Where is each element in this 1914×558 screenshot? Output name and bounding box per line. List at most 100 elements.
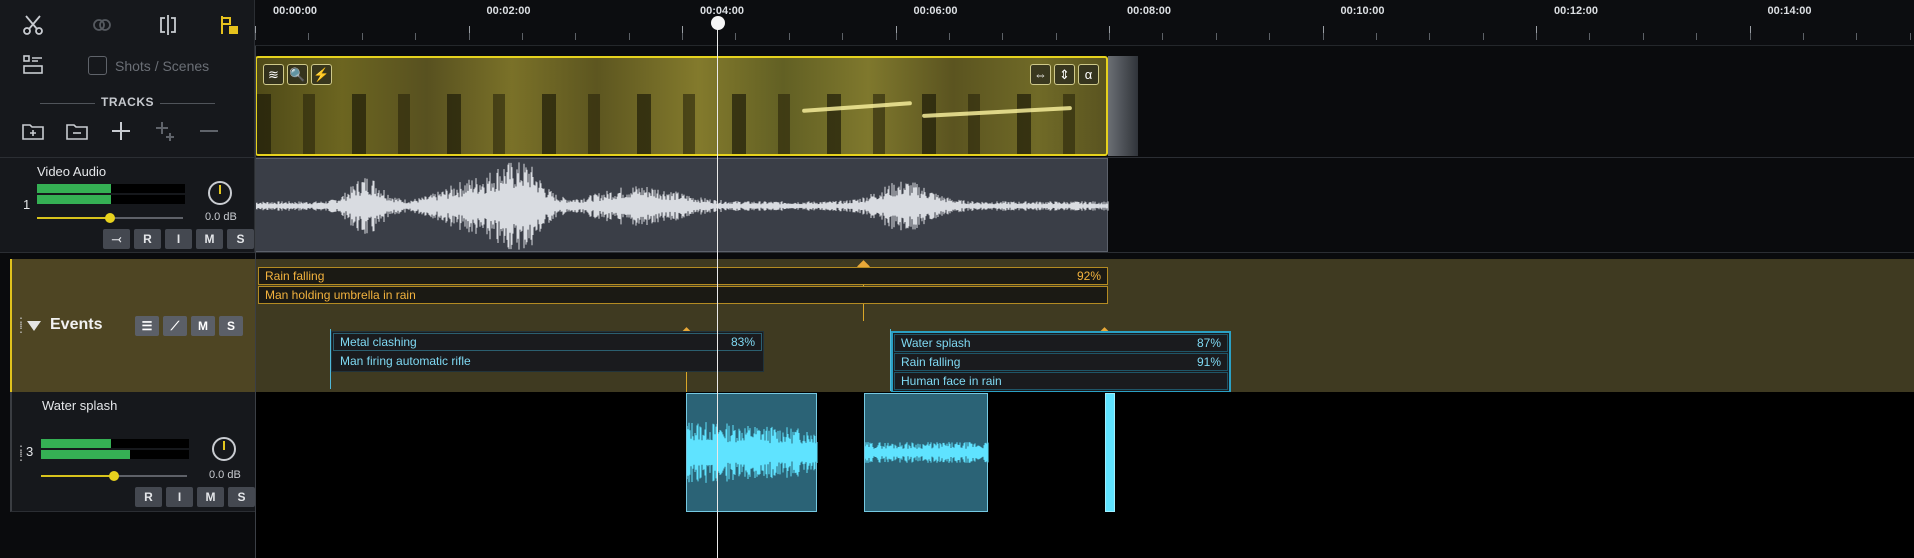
fader-knob[interactable] [109,471,119,481]
audio-track-3-lane [255,392,1914,558]
volume-fader[interactable] [41,471,187,481]
track-number: 1 [23,197,31,212]
mute-button[interactable]: M [191,316,215,336]
audio-clip[interactable] [255,158,1109,252]
add-multi-track-icon[interactable] [150,117,180,145]
audio-clip[interactable] [1105,393,1115,512]
volume-db: 0.0 dB [205,211,237,223]
video-thumbnail-strip [257,94,1106,154]
playhead[interactable] [717,22,718,558]
ruler-time-label: 00:08:00 [1126,5,1172,17]
stretch-icon[interactable]: ⇔ [1030,64,1051,85]
solo-button[interactable]: S [219,316,243,336]
add-track-icon[interactable] [106,117,136,145]
routing-button[interactable]: ⤙ [103,229,130,249]
event-item[interactable]: Rain falling 91% [894,353,1228,371]
event-item[interactable]: Rain falling 92% [258,267,1108,285]
track-buttons: R I M S [135,487,255,507]
scissors-icon[interactable] [18,10,48,40]
split-icon[interactable] [153,10,183,40]
ruler-minor-tick [1375,33,1377,40]
ruler-minor-tick [842,33,844,40]
search-icon[interactable]: 🔍 [287,64,308,85]
fader-fill [41,475,114,477]
audio-track-1-header: Video Audio 1 0.0 dB ⤙ R I M S [0,157,255,253]
link-icon[interactable] [87,10,117,40]
folder-icon[interactable] [62,117,92,145]
event-item[interactable]: Water splash 87% [894,334,1228,352]
track-buttons: ☰ ⟋ M S [135,316,243,336]
audio-clip[interactable] [864,393,989,512]
event-item[interactable]: Human face in rain [894,372,1228,390]
video-clip-overhang [1108,56,1138,156]
record-button[interactable]: R [135,487,162,507]
track-name: Water splash [42,398,118,413]
snap-icon[interactable] [214,10,244,40]
waveform [864,442,989,463]
playhead-handle[interactable] [711,16,725,30]
ruler-time-label: 00:14:00 [1767,5,1812,17]
mute-button[interactable]: M [197,487,224,507]
timeline-ruler[interactable]: 00:00:00 00:02:00 00:04:00 00:06:00 00:08:00… [255,0,1914,46]
audio-track-3-header: Water splash ⋮ ⋮ 3 0.0 dB R I M S [10,392,255,512]
solo-button[interactable]: S [228,487,255,507]
input-button[interactable]: I [166,487,193,507]
event-item[interactable]: Metal clashing 83% [333,333,762,351]
remove-track-icon[interactable] [194,117,224,145]
ruler-minor-tick [895,33,897,40]
event-group[interactable]: Water splash 87% Rain falling 91% Human … [891,331,1231,393]
ruler-minor-tick [255,33,256,40]
collapse-triangle-icon[interactable] [27,321,41,331]
ruler-minor-tick [948,33,950,40]
list-button[interactable]: ☰ [135,316,159,336]
solo-button[interactable]: S [227,229,254,249]
ruler-minor-tick [1322,33,1324,40]
lightning-icon[interactable]: ⚡ [311,64,332,85]
event-item[interactable]: Man holding umbrella in rain [258,286,1108,304]
mute-button[interactable]: M [196,229,223,249]
ruler-time-label: 00:00:00 [272,5,318,17]
ruler-minor-tick [1802,33,1804,40]
shots-scenes-toggle[interactable]: Shots / Scenes [88,56,209,75]
brush-button[interactable]: ⟋ [163,316,187,336]
event-group[interactable]: Rain falling 92% Man holding umbrella in… [258,267,1108,305]
ruler-time-label: 00:02:00 [486,5,531,17]
ruler-minor-tick [628,33,630,40]
ruler-minor-tick [575,33,577,40]
input-button[interactable]: I [165,229,192,249]
pan-knob[interactable] [212,437,236,461]
level-meter-left [41,439,189,448]
event-item[interactable]: Man firing automatic rifle [333,352,762,370]
volume-fader[interactable] [37,213,183,223]
event-confidence: 91% [1196,355,1221,369]
track-name: Events [50,316,103,333]
event-confidence: 92% [1076,269,1101,283]
video-clip[interactable]: ≋ 🔍 ⚡ ⇔ ⇕ α [255,56,1108,156]
drag-handle-icon[interactable]: ⋮ ⋮ [15,316,27,334]
fader-knob[interactable] [105,213,115,223]
record-button[interactable]: R [134,229,161,249]
pan-icon[interactable]: ⇕ [1054,64,1075,85]
volume-db: 0.0 dB [209,469,241,481]
shots-scenes-checkbox[interactable] [88,56,107,75]
pan-knob[interactable] [208,181,232,205]
events-track-lane: Rain falling 92% Man holding umbrella in… [255,259,1914,393]
meter-fill [37,184,111,193]
meter-fill [41,450,130,459]
layout-icon[interactable] [18,50,48,80]
add-folder-icon[interactable] [18,117,48,145]
audio-track-1-lane [255,157,1914,253]
ruler-minor-tick [1642,33,1644,40]
ruler-minor-tick [521,33,523,40]
alpha-icon[interactable]: α [1078,64,1099,85]
ruler-time-label: 00:04:00 [699,5,745,17]
event-label: Metal clashing [340,335,417,349]
waveform-icon[interactable]: ≋ [263,64,284,85]
event-label: Rain falling [901,355,961,369]
ruler-minor-tick [361,33,363,40]
ruler-minor-tick [1482,33,1484,40]
audio-clip[interactable] [686,393,818,512]
ruler-minor-tick [1055,33,1057,40]
event-group[interactable]: Metal clashing 83% Man firing automatic … [331,331,764,372]
ruler-time-label: 00:12:00 [1553,5,1599,17]
